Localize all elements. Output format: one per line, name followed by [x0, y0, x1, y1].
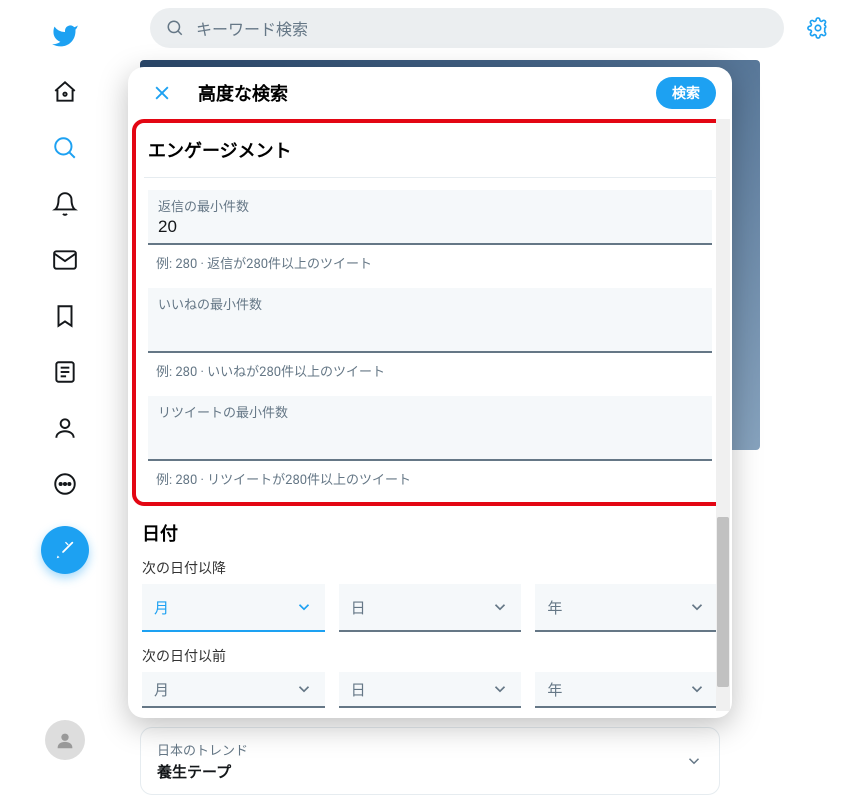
scrollbar[interactable]	[716, 119, 730, 711]
close-icon[interactable]	[144, 75, 180, 111]
messages-icon[interactable]	[41, 236, 89, 284]
chevron-down-icon	[491, 680, 509, 698]
home-icon[interactable]	[41, 68, 89, 116]
chevron-down-icon	[688, 680, 706, 698]
month-select-after[interactable]: 月	[142, 584, 325, 632]
min-retweets-label: リツイートの最小件数	[158, 402, 702, 421]
day-select-after[interactable]: 日	[339, 584, 522, 632]
advanced-search-modal: 高度な検索 検索 エンゲージメント 返信の最小件数 例: 280 · 返信が28…	[128, 67, 732, 718]
compose-tweet-button[interactable]	[41, 526, 89, 574]
chevron-down-icon	[295, 680, 313, 698]
trend-item[interactable]: 日本のトレンド 養生テープ	[140, 727, 720, 795]
month-label: 月	[154, 597, 169, 618]
avatar[interactable]	[45, 720, 85, 760]
search-input[interactable]: キーワード検索	[150, 8, 784, 48]
year-select-after[interactable]: 年	[535, 584, 718, 632]
bookmarks-icon[interactable]	[41, 292, 89, 340]
profile-icon[interactable]	[41, 404, 89, 452]
date-after-label: 次の日付以降	[142, 558, 718, 584]
min-likes-hint: 例: 280 · いいねが280件以上のツイート	[148, 353, 712, 384]
modal-title: 高度な検索	[198, 80, 288, 106]
min-replies-hint: 例: 280 · 返信が280件以上のツイート	[148, 245, 712, 276]
lists-icon[interactable]	[41, 348, 89, 396]
date-before-label: 次の日付以前	[142, 646, 718, 672]
trend-title: 養生テープ	[157, 761, 248, 782]
min-replies-label: 返信の最小件数	[158, 196, 702, 215]
month-select-before[interactable]: 月	[142, 672, 325, 708]
chevron-down-icon[interactable]	[685, 752, 703, 770]
explore-icon[interactable]	[41, 124, 89, 172]
min-replies-input[interactable]	[158, 215, 702, 239]
trend-category: 日本のトレンド	[157, 740, 248, 759]
scroll-thumb[interactable]	[717, 517, 729, 687]
date-section: 日付 次の日付以降 月 日 年 次の日付以前 月	[128, 506, 732, 718]
sidebar	[0, 0, 130, 790]
modal-body: エンゲージメント 返信の最小件数 例: 280 · 返信が280件以上のツイート…	[128, 119, 732, 718]
min-likes-input[interactable]	[158, 313, 702, 337]
month-label: 月	[154, 679, 169, 700]
date-section-title: 日付	[142, 514, 718, 558]
day-label: 日	[351, 597, 366, 618]
gear-icon[interactable]	[800, 10, 836, 46]
more-icon[interactable]	[41, 460, 89, 508]
engagement-section-title: エンゲージメント	[144, 131, 716, 178]
min-likes-field[interactable]: いいねの最小件数	[148, 288, 712, 353]
min-likes-label: いいねの最小件数	[158, 294, 702, 313]
search-button[interactable]: 検索	[656, 77, 716, 109]
chevron-down-icon	[295, 598, 313, 616]
chevron-down-icon	[688, 598, 706, 616]
day-label: 日	[351, 679, 366, 700]
notifications-icon[interactable]	[41, 180, 89, 228]
search-placeholder: キーワード検索	[196, 16, 308, 40]
highlight-box: エンゲージメント 返信の最小件数 例: 280 · 返信が280件以上のツイート…	[132, 119, 728, 506]
topbar: キーワード検索	[130, 0, 856, 55]
year-select-before[interactable]: 年	[535, 672, 718, 708]
year-label: 年	[547, 597, 562, 618]
min-replies-field[interactable]: 返信の最小件数	[148, 190, 712, 245]
year-label: 年	[547, 679, 562, 700]
day-select-before[interactable]: 日	[339, 672, 522, 708]
chevron-down-icon	[491, 598, 509, 616]
modal-header: 高度な検索 検索	[128, 67, 732, 119]
twitter-logo-icon[interactable]	[41, 12, 89, 60]
min-retweets-hint: 例: 280 · リツイートが280件以上のツイート	[148, 461, 712, 492]
min-retweets-field[interactable]: リツイートの最小件数	[148, 396, 712, 461]
min-retweets-input[interactable]	[158, 421, 702, 445]
